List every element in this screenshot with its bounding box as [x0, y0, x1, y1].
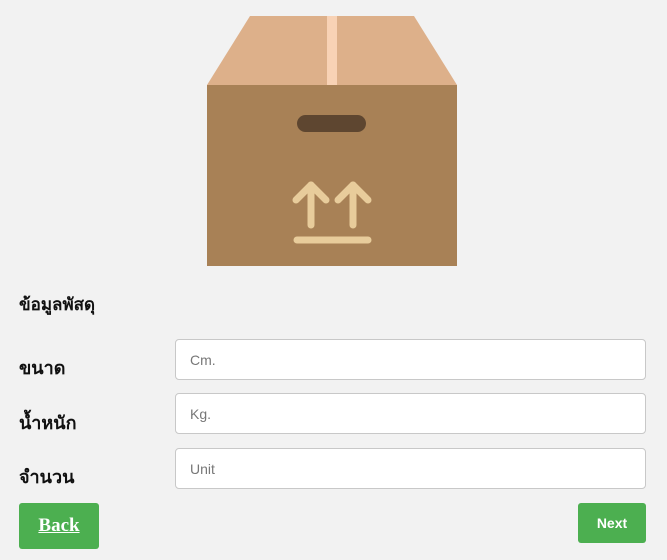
size-input[interactable]	[175, 339, 646, 380]
section-title: ข้อมูลพัสดุ	[19, 295, 96, 315]
quantity-input[interactable]	[175, 448, 646, 489]
weight-input[interactable]	[175, 393, 646, 434]
quantity-label: จำนวน	[19, 467, 75, 488]
next-button[interactable]: Next	[578, 503, 646, 543]
back-button[interactable]: Back	[19, 503, 99, 549]
box-tape	[327, 16, 337, 85]
cardboard-box-icon	[207, 16, 457, 266]
weight-label: น้ำหนัก	[19, 413, 77, 434]
size-label: ขนาด	[19, 358, 66, 379]
box-handle	[297, 115, 366, 132]
